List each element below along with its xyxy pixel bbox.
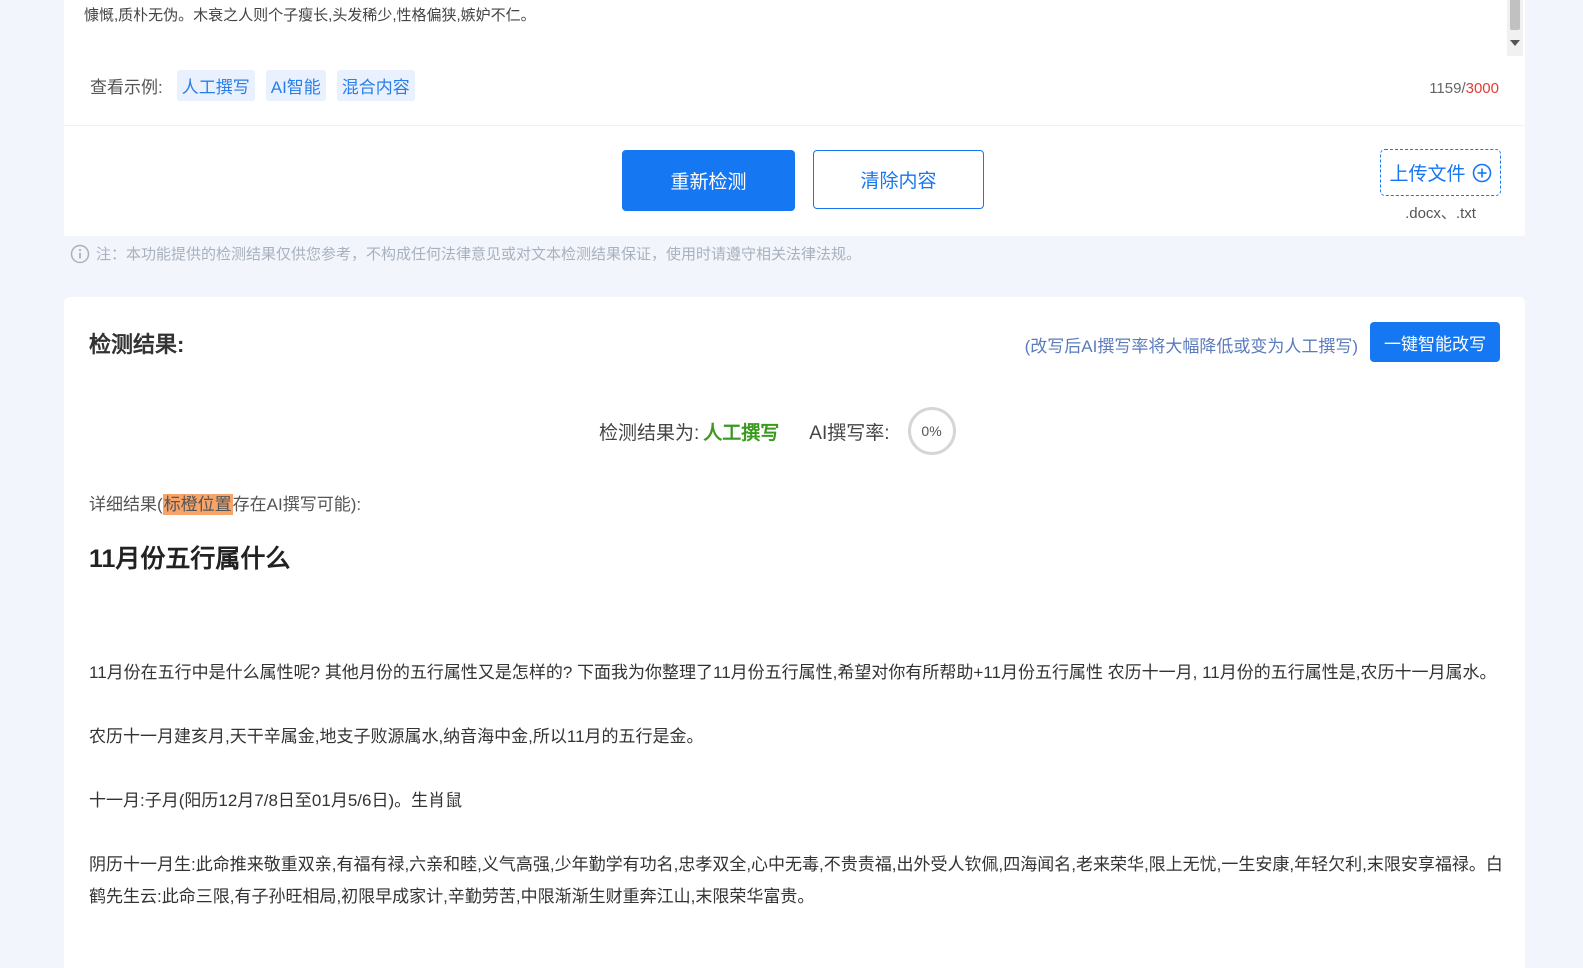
clear-content-button[interactable]: 清除内容: [813, 150, 984, 209]
scroll-down-arrow-icon[interactable]: [1510, 40, 1520, 46]
summary-value: 人工撰写: [703, 422, 780, 444]
char-count-current: 1159/: [1429, 80, 1466, 97]
detail-suffix: 存在AI撰写可能):: [232, 495, 362, 514]
info-icon: [70, 244, 90, 263]
input-scrollbar[interactable]: [1507, 0, 1523, 56]
detail-highlight-legend: 标橙位置: [162, 494, 233, 515]
smart-rewrite-button[interactable]: 一键智能改写: [1370, 322, 1500, 362]
examples-row: 查看示例: 人工撰写 AI智能 混合内容: [90, 70, 426, 101]
article-paragraph: 11月份在五行中是什么属性呢? 其他月份的五行属性又是怎样的? 下面我为你整理了…: [89, 663, 1497, 682]
page: 慷慨,质朴无伪。木衰之人则个子瘦长,头发稀少,性格偏狭,嫉妒不仁。 查看示例: …: [0, 0, 1583, 968]
upload-file-label: 上传文件: [1389, 164, 1466, 185]
ai-rate-ring: 0%: [907, 407, 956, 455]
summary-label: 检测结果为:: [599, 422, 700, 444]
article-title: 11月份五行属什么: [89, 545, 291, 573]
result-card: 检测结果: (改写后AI撰写率将大幅降低或变为人工撰写) 一键智能改写 检测结果…: [64, 297, 1525, 968]
ai-rate-label: AI撰写率:: [809, 422, 890, 444]
example-tag-ai[interactable]: AI智能: [265, 70, 326, 101]
detail-caption: 详细结果(标橙位置存在AI撰写可能):: [89, 490, 361, 515]
upload-file-button[interactable]: 上传文件: [1380, 149, 1501, 196]
result-title: 检测结果:: [89, 332, 185, 357]
text-input-card[interactable]: 慷慨,质朴无伪。木衰之人则个子瘦长,头发稀少,性格偏狭,嫉妒不仁。 查看示例: …: [64, 0, 1525, 125]
detail-prefix: 详细结果(: [89, 495, 163, 514]
input-text-excerpt[interactable]: 慷慨,质朴无伪。木衰之人则个子瘦长,头发稀少,性格偏狭,嫉妒不仁。: [84, 4, 536, 25]
article-paragraph: 农历十一月建亥月,天干辛属金,地支子败源属水,纳音海中金,所以11月的五行是金。: [89, 727, 704, 746]
action-bar: 重新检测 清除内容 上传文件 .docx、.txt: [64, 125, 1525, 236]
char-count-max: 3000: [1465, 80, 1499, 97]
examples-label: 查看示例:: [90, 78, 163, 97]
article-body: 11月份在五行中是什么属性呢? 其他月份的五行属性又是怎样的? 下面我为你整理了…: [89, 657, 1504, 945]
ai-rate-value: 0%: [921, 423, 942, 439]
disclaimer-note: 注：本功能提供的检测结果仅供您参考，不构成任何法律意见或对文本检测结果保证，使用…: [70, 243, 861, 264]
upload-file-types: .docx、.txt: [1405, 205, 1476, 222]
recheck-button[interactable]: 重新检测: [622, 150, 795, 211]
disclaimer-text: 注：本功能提供的检测结果仅供您参考，不构成任何法律意见或对文本检测结果保证，使用…: [96, 246, 862, 263]
result-summary: 检测结果为: 人工撰写 AI撰写率: 0%: [599, 407, 956, 455]
plus-circle-icon: [1472, 163, 1491, 182]
scrollbar-thumb[interactable]: [1510, 0, 1520, 30]
example-tag-human[interactable]: 人工撰写: [176, 70, 255, 101]
article-paragraph: 阴历十一月生:此命推来敬重双亲,有福有禄,六亲和睦,义气高强,少年勤学有功名,忠…: [89, 855, 1503, 906]
char-count: 1159/3000: [1429, 80, 1499, 97]
example-tag-mixed[interactable]: 混合内容: [336, 70, 415, 101]
rewrite-hint: (改写后AI撰写率将大幅降低或变为人工撰写): [1024, 337, 1358, 356]
article-paragraph: 十一月:子月(阳历12月7/8日至01月5/6日)。生肖鼠: [89, 791, 463, 810]
